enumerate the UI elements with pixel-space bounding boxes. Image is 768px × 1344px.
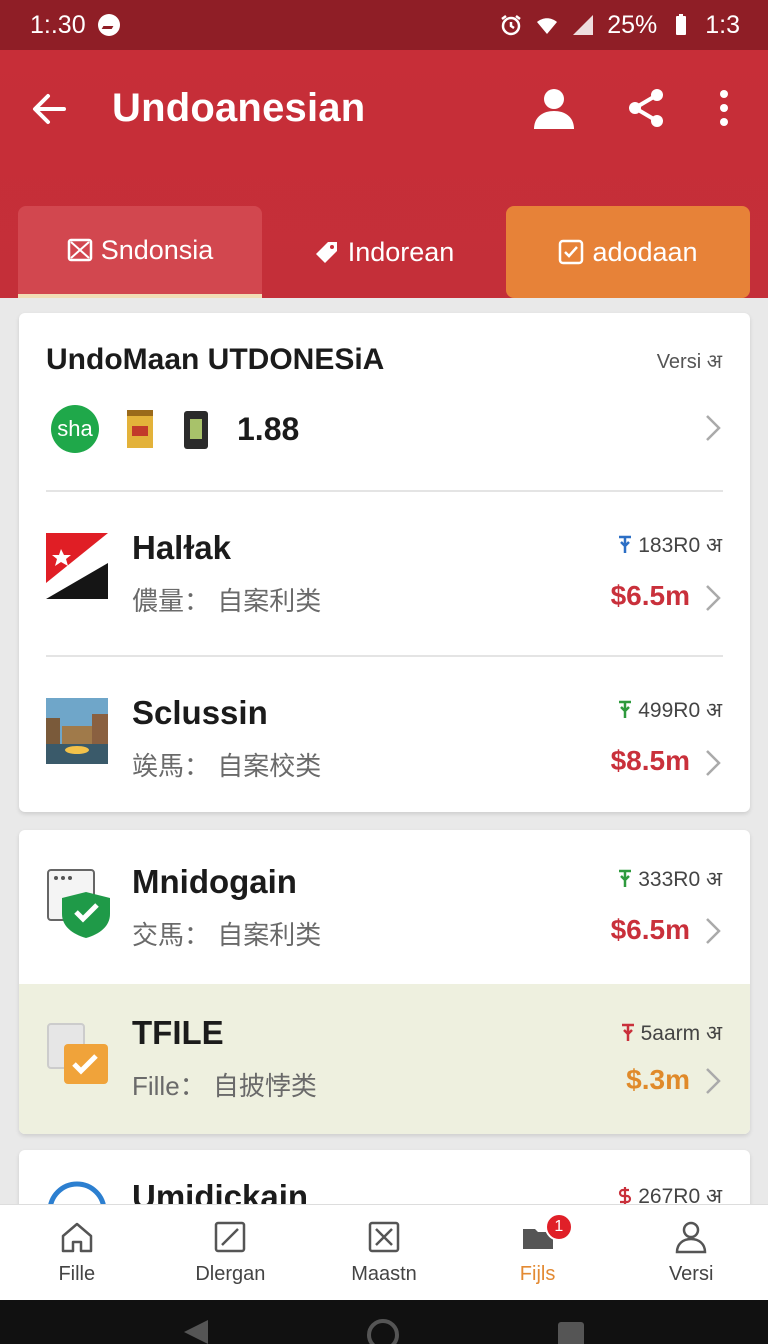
tab-indorean[interactable]: Indorean xyxy=(262,206,506,298)
tab-label: Sndonsia xyxy=(100,234,214,265)
tab-label: Indorean xyxy=(347,236,455,267)
nav-label: Dlergan xyxy=(195,1263,266,1285)
summary-value: 1.88 xyxy=(237,410,300,447)
system-nav-bar xyxy=(0,1300,768,1344)
city-photo-icon xyxy=(46,698,108,764)
item-name: TFILE xyxy=(132,1014,224,1051)
item-meta: 183R0 अ xyxy=(616,531,722,559)
close-square-icon xyxy=(368,1221,400,1253)
orange-check-icon xyxy=(47,1023,108,1084)
item-meta: 333R0 अ xyxy=(616,865,722,893)
item-meta-text: 333R0 अ xyxy=(638,868,722,891)
items-card: Mnidogain 交馬： 自案利类 333R0 अ $6.5m TFILE F… xyxy=(19,830,750,1134)
item-name: Mnidogain xyxy=(132,863,297,900)
item-price: $6.5m xyxy=(610,580,690,611)
nav-item-fijls[interactable]: 1 Fijls xyxy=(461,1205,615,1300)
tab-bar: Sndonsia Indorean adodaan xyxy=(18,206,750,298)
chevron-right-icon xyxy=(706,585,721,611)
chevron-right-icon xyxy=(706,918,721,944)
system-home-icon[interactable] xyxy=(366,1318,400,1344)
battery-icon xyxy=(676,14,687,35)
nav-item-fille[interactable]: Fille xyxy=(0,1205,154,1300)
item-price: $.3m xyxy=(626,1064,690,1095)
nav-item-maastn[interactable]: Maastn xyxy=(307,1205,461,1300)
list-item[interactable]: Halɫak 儂量： 自案利类 183R0 अ $6.5m xyxy=(19,491,750,655)
sha-badge-icon: sha xyxy=(51,405,99,453)
nav-item-dlergan[interactable]: Dlergan xyxy=(154,1205,308,1300)
item-price: $6.5m xyxy=(610,914,690,945)
list-item[interactable]: Sclussin 竢馬： 自案校类 499R0 अ $8.5m xyxy=(19,656,750,812)
system-recents-icon[interactable] xyxy=(556,1318,586,1344)
page-title: Undoanesian xyxy=(112,86,366,130)
flag-icon xyxy=(46,533,108,599)
summary-version: Versi अ xyxy=(656,351,722,373)
status-clock-right: 1:3 xyxy=(705,10,740,39)
item-name: Halɫak xyxy=(132,529,232,566)
battery-pack-icon xyxy=(184,411,208,449)
nav-label: Fille xyxy=(58,1263,96,1285)
item-price: $8.5m xyxy=(610,745,690,776)
shield-check-icon xyxy=(47,869,110,938)
tab-adodaan[interactable]: adodaan xyxy=(506,206,750,298)
person-icon xyxy=(675,1221,707,1254)
profile-button[interactable] xyxy=(530,84,578,132)
chevron-right-icon xyxy=(706,1068,721,1094)
more-options-button[interactable] xyxy=(700,84,748,132)
wifi-icon xyxy=(537,18,558,34)
image-frame-icon xyxy=(67,238,92,262)
profile-icon xyxy=(534,89,574,129)
system-back-icon[interactable] xyxy=(180,1318,210,1344)
pin-icon xyxy=(619,535,632,553)
summary-card: UndoMaan UTDONESiA Versi अ sha 1.88 Halɫ… xyxy=(19,313,750,812)
pin-icon xyxy=(619,700,632,718)
tag-icon xyxy=(315,242,337,263)
list-item[interactable]: Mnidogain 交馬： 自案利类 333R0 अ $6.5m xyxy=(19,830,750,984)
item-subtitle: 交馬： 自案利类 xyxy=(132,920,322,950)
battery-percent: 25% xyxy=(607,10,658,39)
more-vert-icon xyxy=(720,90,728,126)
app-bar: Undoanesian Sndonsia Indorean adodaan xyxy=(0,50,768,298)
summary-row[interactable]: UndoMaan UTDONESiA Versi अ sha 1.88 xyxy=(19,313,750,491)
tab-sndonsia[interactable]: Sndonsia xyxy=(18,206,262,298)
item-subtitle: 竢馬： 自案校类 xyxy=(132,751,322,781)
item-subtitle: 儂量： 自案利类 xyxy=(132,586,322,616)
chevron-right-icon xyxy=(706,415,721,441)
yellow-package-icon xyxy=(127,410,153,448)
summary-title: UndoMaan UTDONESiA xyxy=(46,343,385,376)
share-button[interactable] xyxy=(622,84,670,132)
tab-label: adodaan xyxy=(592,236,698,267)
nav-label: Fijls xyxy=(519,1263,556,1285)
nav-label: Maastn xyxy=(351,1263,417,1285)
nav-label: Versi xyxy=(668,1263,714,1285)
item-name: Sclussin xyxy=(132,694,268,731)
share-icon xyxy=(629,89,663,127)
messenger-icon xyxy=(97,14,120,36)
back-arrow-icon[interactable] xyxy=(28,88,70,130)
alarm-icon xyxy=(501,15,521,36)
item-subtitle: Fille： 自披悖类 xyxy=(132,1071,317,1101)
list-item-highlighted[interactable]: TFILE Fille： 自披悖类 5aarm अ $.3m xyxy=(19,984,750,1134)
status-time: 1:.30 xyxy=(30,10,86,39)
edit-square-icon xyxy=(215,1221,246,1253)
home-icon xyxy=(61,1222,93,1253)
nav-item-versi[interactable]: Versi xyxy=(614,1205,768,1300)
item-meta: 5aarm अ xyxy=(619,1019,722,1047)
signal-icon xyxy=(573,15,594,35)
bottom-navigation: Fille Dlergan Maastn 1 Fijls Versi xyxy=(0,1204,768,1300)
pin-icon xyxy=(619,869,632,887)
pin-icon xyxy=(621,1023,634,1041)
item-meta-text: 183R0 अ xyxy=(638,534,722,557)
item-meta-text: 5aarm अ xyxy=(640,1022,722,1045)
item-meta-text: 499R0 अ xyxy=(638,699,722,722)
item-meta: 499R0 अ xyxy=(616,696,722,724)
chevron-right-icon xyxy=(706,750,721,776)
status-bar: 1:.30 25% 1:3 xyxy=(0,0,768,50)
checkbox-icon xyxy=(559,239,584,265)
notification-badge: 1 xyxy=(544,1213,573,1241)
